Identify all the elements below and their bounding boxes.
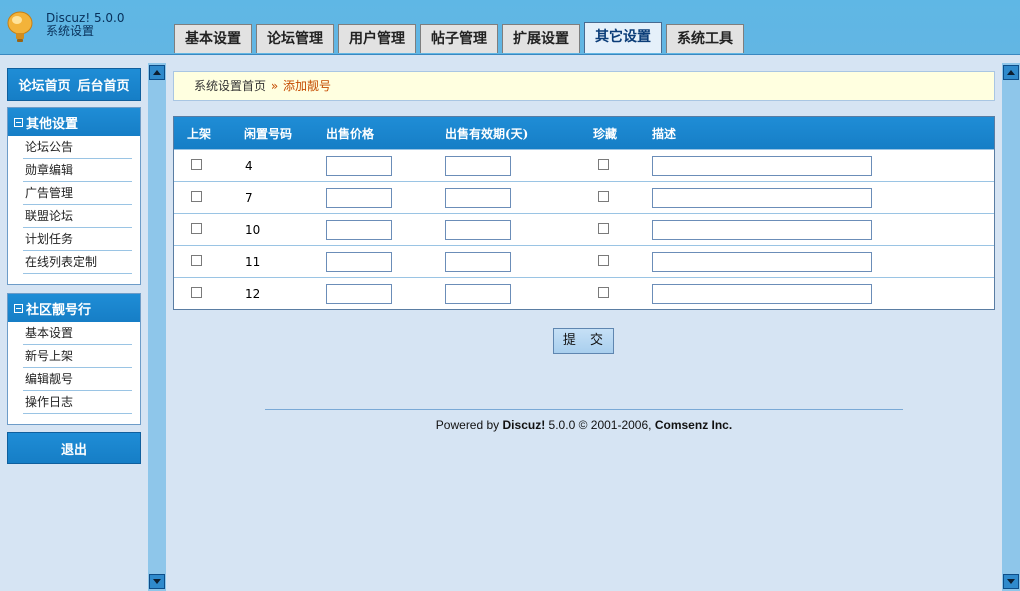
scroll-down-arrow-icon[interactable] (149, 574, 165, 589)
price-input[interactable] (326, 284, 392, 304)
footer-copyright: © 2001-2006, (578, 418, 652, 432)
menu-number-store: 社区靓号行 基本设置 新号上架 编辑靓号 操作日志 (7, 293, 141, 425)
menu-title: 社区靓号行 (26, 302, 92, 318)
admin-home-link[interactable]: 后台首页 (78, 75, 130, 94)
breadcrumb: 系统设置首页 » 添加靓号 (173, 71, 995, 101)
description-input[interactable] (652, 156, 872, 176)
col-validity: 出售有效期(天) (445, 127, 529, 141)
description-input[interactable] (652, 284, 872, 304)
sidebar-item-union-forum[interactable]: 联盟论坛 (23, 205, 132, 228)
main-tabs: 基本设置 论坛管理 用户管理 帖子管理 扩展设置 其它设置 系统工具 (174, 22, 748, 53)
brand-text: Discuz! 5.0.0 系统设置 (46, 12, 125, 38)
tab-system-tools[interactable]: 系统工具 (666, 24, 744, 53)
logout-button[interactable]: 退出 (7, 432, 141, 464)
tab-forum-management[interactable]: 论坛管理 (256, 24, 334, 53)
number-value: 4 (245, 159, 253, 173)
product-subtitle: 系统设置 (46, 24, 95, 38)
breadcrumb-current: 添加靓号 (283, 79, 332, 93)
number-value: 10 (245, 223, 261, 237)
menu-header-number-store[interactable]: 社区靓号行 (8, 294, 140, 322)
listed-checkbox[interactable] (191, 159, 202, 170)
collapse-icon[interactable] (14, 303, 23, 313)
tab-other-settings[interactable]: 其它设置 (584, 22, 662, 53)
col-collection: 珍藏 (593, 127, 618, 141)
menu-header-other-settings[interactable]: 其他设置 (8, 108, 140, 136)
sidebar-item-operation-log[interactable]: 操作日志 (23, 391, 132, 414)
left-scrollbar[interactable] (148, 63, 166, 591)
validity-input[interactable] (445, 188, 511, 208)
collection-checkbox[interactable] (598, 255, 609, 266)
top-links-bar: 论坛首页 后台首页 (7, 68, 141, 101)
footer-powered: Powered by (435, 418, 500, 432)
col-price: 出售价格 (326, 127, 375, 141)
listed-checkbox[interactable] (191, 223, 202, 234)
sidebar-item-medals[interactable]: 勋章编辑 (23, 159, 132, 182)
listed-checkbox[interactable] (191, 255, 202, 266)
price-input[interactable] (326, 156, 392, 176)
listed-checkbox[interactable] (191, 191, 202, 202)
tab-post-management[interactable]: 帖子管理 (420, 24, 498, 53)
footer-version: 5.0.0 (548, 418, 576, 432)
collection-checkbox[interactable] (598, 223, 609, 234)
table-row: 4 (174, 149, 994, 181)
scroll-down-arrow-icon[interactable] (1003, 574, 1019, 589)
menu-other-settings: 其他设置 论坛公告 勋章编辑 广告管理 联盟论坛 计划任务 在线列表定制 (7, 107, 141, 285)
price-input[interactable] (326, 220, 392, 240)
scroll-up-arrow-icon[interactable] (149, 65, 165, 80)
table-row: 7 (174, 181, 994, 213)
footer-company[interactable]: Comsenz Inc. (655, 418, 732, 432)
validity-input[interactable] (445, 220, 511, 240)
logout-label: 退出 (60, 442, 87, 458)
tab-user-management[interactable]: 用户管理 (338, 24, 416, 53)
forum-home-link[interactable]: 论坛首页 (18, 75, 70, 94)
collection-checkbox[interactable] (598, 159, 609, 170)
right-scrollbar[interactable] (1002, 63, 1020, 591)
description-input[interactable] (652, 188, 872, 208)
collection-checkbox[interactable] (598, 287, 609, 298)
sidebar-item-announcements[interactable]: 论坛公告 (23, 136, 132, 159)
collapse-icon[interactable] (14, 117, 23, 127)
number-value: 7 (245, 191, 253, 205)
sidebar-item-basic-settings[interactable]: 基本设置 (23, 322, 132, 345)
footer: Powered by Discuz! 5.0.0 © 2001-2006, Co… (265, 418, 903, 432)
footer-divider (265, 409, 903, 410)
number-value: 11 (245, 255, 261, 269)
sidebar-item-new-numbers[interactable]: 新号上架 (23, 345, 132, 368)
number-value: 12 (245, 287, 261, 301)
validity-input[interactable] (445, 156, 511, 176)
tab-basic-settings[interactable]: 基本设置 (174, 24, 252, 53)
breadcrumb-separator: » (270, 79, 279, 93)
sidebar-item-scheduled-tasks[interactable]: 计划任务 (23, 228, 132, 251)
menu-title: 其他设置 (26, 116, 79, 132)
validity-input[interactable] (445, 284, 511, 304)
col-description: 描述 (652, 127, 677, 141)
col-listed: 上架 (187, 127, 212, 141)
breadcrumb-home[interactable]: 系统设置首页 (194, 79, 266, 93)
validity-input[interactable] (445, 252, 511, 272)
sidebar-item-edit-numbers[interactable]: 编辑靓号 (23, 368, 132, 391)
table-row: 11 (174, 245, 994, 277)
collection-checkbox[interactable] (598, 191, 609, 202)
table-row: 10 (174, 213, 994, 245)
col-number: 闲置号码 (244, 127, 293, 141)
sidebar-item-ads[interactable]: 广告管理 (23, 182, 132, 205)
sidebar-item-online-list[interactable]: 在线列表定制 (23, 251, 132, 274)
table-header: 上架 闲置号码 出售价格 出售有效期(天) 珍藏 描述 (174, 117, 994, 149)
lightbulb-logo-icon (7, 11, 33, 42)
table-row: 12 (174, 277, 994, 309)
footer-brand[interactable]: Discuz! (503, 418, 546, 432)
price-input[interactable] (326, 252, 392, 272)
tab-extension-settings[interactable]: 扩展设置 (502, 24, 580, 53)
description-input[interactable] (652, 252, 872, 272)
listed-checkbox[interactable] (191, 287, 202, 298)
top-header: Discuz! 5.0.0 系统设置 基本设置 论坛管理 用户管理 帖子管理 扩… (0, 0, 1020, 55)
scroll-up-arrow-icon[interactable] (1003, 65, 1019, 80)
numbers-table: 上架 闲置号码 出售价格 出售有效期(天) 珍藏 描述 4 7 10 11 12 (173, 116, 995, 310)
description-input[interactable] (652, 220, 872, 240)
price-input[interactable] (326, 188, 392, 208)
submit-button[interactable]: 提 交 (553, 328, 614, 354)
